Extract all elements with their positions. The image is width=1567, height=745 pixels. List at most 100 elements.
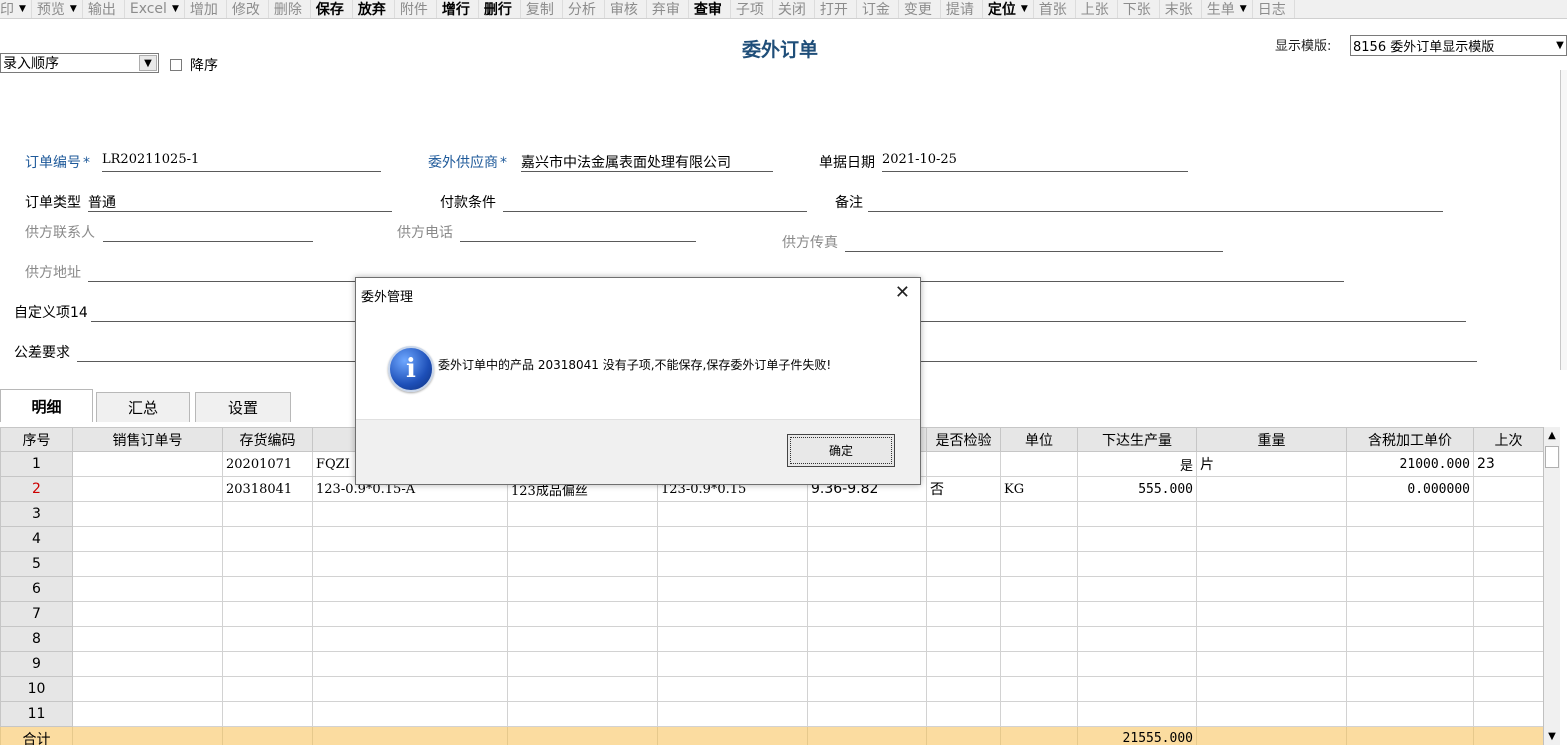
- table-cell[interactable]: [926, 701, 1001, 727]
- toolbar-button-25[interactable]: 上张: [1076, 0, 1118, 18]
- table-cell[interactable]: [1077, 526, 1197, 552]
- table-cell[interactable]: [1346, 626, 1474, 652]
- table-cell[interactable]: [72, 676, 223, 702]
- dropdown-caret-icon[interactable]: ▼: [1240, 4, 1247, 14]
- table-cell[interactable]: [1077, 651, 1197, 677]
- table-cell[interactable]: [1077, 601, 1197, 627]
- toolbar-button-21[interactable]: 变更: [899, 0, 941, 18]
- checkbox-box[interactable]: [170, 59, 182, 71]
- table-cell[interactable]: [926, 651, 1001, 677]
- table-cell[interactable]: [507, 501, 658, 527]
- table-cell[interactable]: [312, 576, 508, 602]
- table-cell[interactable]: [312, 651, 508, 677]
- table-cell[interactable]: [72, 501, 223, 527]
- table-cell[interactable]: [507, 701, 658, 727]
- table-cell[interactable]: [1000, 701, 1078, 727]
- table-cell[interactable]: [72, 551, 223, 577]
- table-cell[interactable]: [657, 526, 808, 552]
- table-cell[interactable]: [312, 501, 508, 527]
- table-cell[interactable]: [1346, 676, 1474, 702]
- table-cell[interactable]: [1077, 701, 1197, 727]
- toolbar-button-10[interactable]: 增行: [437, 0, 479, 18]
- supplier-fax-field[interactable]: 供方传真: [782, 232, 1223, 252]
- dropdown-caret-icon[interactable]: ▼: [70, 4, 77, 14]
- table-cell[interactable]: 0.000000: [1346, 476, 1474, 502]
- close-icon[interactable]: ✕: [895, 282, 910, 303]
- scroll-down-icon[interactable]: ▼: [1544, 728, 1560, 745]
- descending-checkbox[interactable]: 降序: [170, 55, 218, 75]
- table-cell[interactable]: [1077, 676, 1197, 702]
- table-cell[interactable]: [1196, 626, 1347, 652]
- table-cell[interactable]: [72, 601, 223, 627]
- table-cell[interactable]: [507, 651, 658, 677]
- column-header[interactable]: 上次: [1473, 427, 1544, 452]
- toolbar-button-23[interactable]: 定位 ▼: [983, 0, 1034, 18]
- table-cell[interactable]: [1000, 601, 1078, 627]
- sort-order-select[interactable]: 录入顺序 ▼: [0, 53, 159, 73]
- table-cell[interactable]: [1346, 576, 1474, 602]
- table-cell[interactable]: [312, 601, 508, 627]
- toolbar-button-16[interactable]: 查审: [689, 0, 731, 18]
- table-cell[interactable]: [222, 601, 313, 627]
- order-type-field[interactable]: 订单类型 普通: [25, 192, 392, 212]
- toolbar-button-13[interactable]: 分析: [563, 0, 605, 18]
- table-cell[interactable]: [1077, 576, 1197, 602]
- toolbar-button-0[interactable]: 印 ▼: [0, 0, 32, 18]
- dropdown-caret-icon[interactable]: ▼: [172, 4, 179, 14]
- column-header[interactable]: 是否检验: [926, 427, 1001, 452]
- column-header[interactable]: 下达生产量: [1077, 427, 1197, 452]
- order-number-field[interactable]: 订单编号 * LR20211025-1: [25, 152, 381, 172]
- table-cell[interactable]: [507, 526, 658, 552]
- table-cell[interactable]: [1473, 501, 1544, 527]
- table-cell[interactable]: [222, 526, 313, 552]
- table-cell[interactable]: [657, 601, 808, 627]
- dropdown-caret-icon[interactable]: ▼: [19, 4, 26, 14]
- table-cell[interactable]: [926, 551, 1001, 577]
- column-header[interactable]: 序号: [0, 427, 73, 452]
- toolbar-button-11[interactable]: 删行: [479, 0, 521, 18]
- chevron-down-icon[interactable]: ▼: [1554, 40, 1566, 51]
- table-cell[interactable]: [222, 701, 313, 727]
- table-cell[interactable]: [312, 526, 508, 552]
- toolbar-button-22[interactable]: 提请: [941, 0, 983, 18]
- table-cell[interactable]: [507, 576, 658, 602]
- table-cell[interactable]: [807, 576, 927, 602]
- table-cell[interactable]: [1346, 551, 1474, 577]
- grid-scrollbar[interactable]: ▲ ▼: [1543, 427, 1560, 745]
- table-cell[interactable]: [1346, 601, 1474, 627]
- table-cell[interactable]: [1000, 501, 1078, 527]
- table-cell[interactable]: [1196, 601, 1347, 627]
- table-cell[interactable]: [1473, 576, 1544, 602]
- toolbar-button-14[interactable]: 审核: [605, 0, 647, 18]
- table-cell[interactable]: [657, 501, 808, 527]
- table-row[interactable]: 8: [0, 626, 1544, 652]
- table-cell[interactable]: [657, 651, 808, 677]
- table-cell[interactable]: [1346, 651, 1474, 677]
- toolbar-button-17[interactable]: 子项: [731, 0, 773, 18]
- table-cell[interactable]: [1000, 626, 1078, 652]
- payment-terms-field[interactable]: 付款条件: [440, 192, 807, 212]
- table-cell[interactable]: [1196, 651, 1347, 677]
- toolbar-button-9[interactable]: 附件: [395, 0, 437, 18]
- table-row[interactable]: 6: [0, 576, 1544, 602]
- column-header[interactable]: 单位: [1000, 427, 1078, 452]
- toolbar-button-15[interactable]: 弃审: [647, 0, 689, 18]
- table-cell[interactable]: [1473, 601, 1544, 627]
- table-cell[interactable]: [1346, 701, 1474, 727]
- toolbar-button-26[interactable]: 下张: [1118, 0, 1160, 18]
- table-cell[interactable]: [1473, 626, 1544, 652]
- table-cell[interactable]: [657, 626, 808, 652]
- table-cell[interactable]: [507, 676, 658, 702]
- table-cell[interactable]: [222, 676, 313, 702]
- table-cell[interactable]: [222, 551, 313, 577]
- table-cell[interactable]: [507, 626, 658, 652]
- table-cell[interactable]: [1000, 551, 1078, 577]
- table-cell[interactable]: [1077, 626, 1197, 652]
- table-cell[interactable]: [507, 601, 658, 627]
- toolbar-button-12[interactable]: 复制: [521, 0, 563, 18]
- table-cell[interactable]: [1346, 526, 1474, 552]
- table-row[interactable]: 4: [0, 526, 1544, 552]
- table-cell[interactable]: [222, 626, 313, 652]
- document-date-field[interactable]: 单据日期 2021-10-25: [819, 152, 1188, 172]
- column-header[interactable]: 重量: [1196, 427, 1347, 452]
